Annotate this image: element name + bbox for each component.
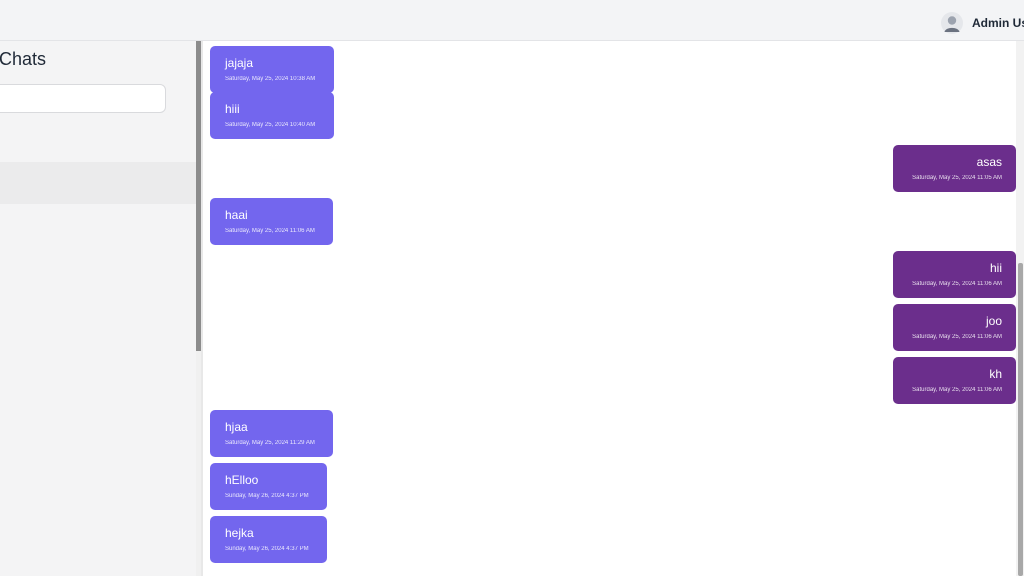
chats-sidebar: Chats — [0, 41, 196, 576]
message-bubble-incoming: jajaja Saturday, May 25, 2024 10:38 AM — [210, 46, 334, 93]
message-bubble-incoming: hejka Sunday, May 26, 2024 4:37 PM — [210, 516, 327, 563]
message-text: hElloo — [225, 473, 259, 487]
message-timestamp: Saturday, May 25, 2024 11:06 AM — [912, 281, 1002, 287]
message-text: hjaa — [225, 420, 248, 434]
message-text: hejka — [225, 526, 254, 540]
message-timestamp: Saturday, May 25, 2024 11:06 AM — [225, 228, 315, 234]
message-bubble-incoming: haai Saturday, May 25, 2024 11:06 AM — [210, 198, 333, 245]
message-text: joo — [985, 314, 1002, 328]
messages-scrollbar-thumb[interactable] — [1018, 263, 1023, 576]
message-text: haai — [225, 208, 248, 222]
message-timestamp: Saturday, May 25, 2024 11:06 AM — [912, 387, 1002, 393]
message-bubble-outgoing: joo Saturday, May 25, 2024 11:06 AM — [893, 304, 1016, 351]
message-text: asas — [976, 155, 1002, 169]
message-text: kh — [989, 367, 1002, 381]
message-timestamp: Sunday, May 26, 2024 4:37 PM — [225, 493, 309, 499]
message-bubble-incoming: hjaa Saturday, May 25, 2024 11:29 AM — [210, 410, 333, 457]
message-timestamp: Saturday, May 25, 2024 11:29 AM — [225, 440, 315, 446]
message-timestamp: Saturday, May 25, 2024 10:38 AM — [225, 76, 316, 82]
messages-scrollbar[interactable] — [1016, 41, 1024, 576]
message-bubble-outgoing: hii Saturday, May 25, 2024 11:06 AM — [893, 251, 1016, 298]
chat-app: Admin User Chats jajaja Saturday, May 25… — [0, 0, 1024, 576]
top-header: Admin User — [0, 0, 1024, 41]
user-avatar-icon — [941, 12, 963, 34]
sidebar-title: Chats — [0, 49, 47, 69]
message-list: jajaja Saturday, May 25, 2024 10:38 AM h… — [203, 41, 1016, 576]
message-timestamp: Saturday, May 25, 2024 11:05 AM — [912, 175, 1002, 181]
chat-search-input[interactable] — [0, 84, 166, 113]
message-text: hii — [989, 261, 1002, 275]
message-text: hiii — [225, 102, 240, 116]
message-timestamp: Sunday, May 26, 2024 4:37 PM — [225, 546, 309, 552]
message-text: jajaja — [225, 56, 254, 70]
message-timestamp: Saturday, May 25, 2024 11:06 AM — [912, 334, 1002, 340]
chat-list-item-selected[interactable] — [0, 162, 196, 204]
message-bubble-incoming: hiii Saturday, May 25, 2024 10:40 AM — [210, 92, 334, 139]
message-bubble-outgoing: asas Saturday, May 25, 2024 11:05 AM — [893, 145, 1016, 192]
user-name: Admin User — [972, 16, 1024, 30]
message-bubble-outgoing: kh Saturday, May 25, 2024 11:06 AM — [893, 357, 1016, 404]
message-timestamp: Saturday, May 25, 2024 10:40 AM — [225, 122, 316, 128]
user-menu[interactable]: Admin User — [941, 11, 1024, 35]
message-bubble-incoming: hElloo Sunday, May 26, 2024 4:37 PM — [210, 463, 327, 510]
